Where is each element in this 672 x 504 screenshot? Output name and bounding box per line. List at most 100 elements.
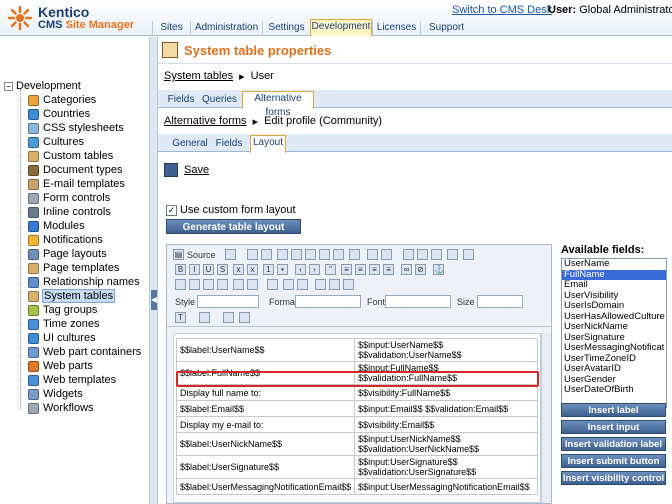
- field-option[interactable]: UserAvatarID: [562, 363, 666, 375]
- find-icon[interactable]: [381, 249, 392, 260]
- paste-text-icon[interactable]: [305, 249, 316, 260]
- field-option[interactable]: UserMessagingNotificat: [562, 342, 666, 354]
- select-all-icon[interactable]: [417, 249, 428, 260]
- tab-fields[interactable]: Fields: [166, 93, 196, 108]
- tree-item-page-layouts[interactable]: Page layouts: [28, 247, 108, 261]
- toolbar-dropdown[interactable]: [295, 295, 361, 308]
- cut-icon[interactable]: [261, 249, 272, 260]
- field-option[interactable]: UserDateOfBirth: [562, 384, 666, 396]
- save-icon[interactable]: [164, 163, 178, 177]
- tab-alternative-forms[interactable]: Alternative forms: [242, 91, 314, 118]
- tree-item-ui-cultures[interactable]: UI cultures: [28, 331, 97, 345]
- bold-icon[interactable]: B: [175, 264, 186, 275]
- collapse-icon[interactable]: −: [4, 81, 13, 91]
- link-doc-icon[interactable]: [247, 279, 258, 290]
- field-option[interactable]: UserIsDomain: [562, 300, 666, 312]
- tree-item-document-types[interactable]: Document types: [28, 163, 123, 177]
- link-icon[interactable]: ∞: [401, 264, 412, 275]
- top-tab-sites[interactable]: Sites: [152, 21, 190, 36]
- switch-to-desk-link[interactable]: Switch to CMS Desk: [452, 4, 552, 16]
- superscript-icon[interactable]: x: [247, 264, 258, 275]
- inline-widget-icon[interactable]: [343, 279, 354, 290]
- tree-item-tag-groups[interactable]: Tag groups: [28, 303, 98, 317]
- tab-layout[interactable]: Layout: [250, 135, 286, 153]
- top-tab-licenses[interactable]: Licenses: [372, 21, 420, 36]
- collapse-arrow-icon[interactable]: ◀: [151, 290, 157, 310]
- templates-icon[interactable]: [247, 249, 258, 260]
- tab-general[interactable]: General: [172, 137, 208, 152]
- insert-label-button[interactable]: Insert label: [561, 403, 666, 417]
- tree-item-web-parts[interactable]: Web parts: [28, 359, 94, 373]
- source-label[interactable]: Source: [187, 250, 216, 260]
- align-center-icon[interactable]: ≡: [355, 264, 366, 275]
- table-icon[interactable]: [431, 249, 442, 260]
- special-char-icon[interactable]: [233, 279, 244, 290]
- top-tab-settings[interactable]: Settings: [262, 21, 310, 36]
- rating-icon[interactable]: [329, 279, 340, 290]
- tree-item-web-part-containers[interactable]: Web part containers: [28, 345, 142, 359]
- image-icon[interactable]: [175, 279, 186, 290]
- insert-input-button[interactable]: Insert input: [561, 420, 666, 434]
- youtube-icon[interactable]: [267, 279, 278, 290]
- tree-item-time-zones[interactable]: Time zones: [28, 317, 100, 331]
- tree-item-form-controls[interactable]: Form controls: [28, 191, 111, 205]
- toolbar-dropdown[interactable]: [197, 295, 259, 308]
- top-tab-administration[interactable]: Administration: [190, 21, 262, 36]
- quick-image-icon[interactable]: [283, 279, 294, 290]
- insert-validation-label-button[interactable]: Insert validation label: [561, 437, 666, 451]
- tree-item-modules[interactable]: Modules: [28, 219, 86, 233]
- custom-layout-row[interactable]: ✓ Use custom form layout: [166, 204, 296, 216]
- undo-icon[interactable]: [349, 249, 360, 260]
- outdent-icon[interactable]: ‹: [295, 264, 306, 275]
- tree-item-e-mail-templates[interactable]: E-mail templates: [28, 177, 126, 191]
- splitter[interactable]: [150, 37, 158, 504]
- bizform-icon[interactable]: [297, 279, 308, 290]
- underline-icon[interactable]: U: [203, 264, 214, 275]
- save-link[interactable]: Save: [184, 164, 209, 176]
- source-icon[interactable]: ▤: [173, 249, 184, 260]
- toolbar-icon[interactable]: [463, 249, 474, 260]
- insert-submit-button-button[interactable]: Insert submit button: [561, 454, 666, 468]
- clear-icon[interactable]: [447, 249, 458, 260]
- strike-icon[interactable]: S: [217, 264, 228, 275]
- tree-item-workflows[interactable]: Workflows: [28, 401, 95, 415]
- tree-item-web-templates[interactable]: Web templates: [28, 373, 117, 387]
- available-fields-list[interactable]: UserName FullName Email UserVisibility UserI…: [561, 258, 667, 408]
- tab-queries[interactable]: Queries: [202, 93, 237, 108]
- tab-fields[interactable]: Fields: [214, 137, 244, 152]
- quote-icon[interactable]: ": [325, 264, 336, 275]
- smiley-icon[interactable]: [217, 279, 228, 290]
- paste-icon[interactable]: [291, 249, 302, 260]
- tree-item-cultures[interactable]: Cultures: [28, 135, 85, 149]
- tree-item-widgets[interactable]: Widgets: [28, 387, 84, 401]
- unlink-icon[interactable]: ⊘: [415, 264, 426, 275]
- custom-layout-checkbox[interactable]: ✓: [166, 204, 177, 216]
- editor-scrollbar[interactable]: [541, 333, 551, 503]
- tree-item-page-templates[interactable]: Page templates: [28, 261, 120, 275]
- align-right-icon[interactable]: ≡: [369, 264, 380, 275]
- insert-visibility-control-button[interactable]: Insert visibility control: [561, 471, 666, 485]
- italic-icon[interactable]: I: [189, 264, 200, 275]
- anchor-icon[interactable]: ⚓: [433, 264, 444, 275]
- tree-item-system-tables[interactable]: System tables: [28, 289, 116, 303]
- editor-canvas[interactable]: $$label:UserName$$ $$input:UserName$$ $$va…: [173, 333, 541, 503]
- align-left-icon[interactable]: ≡: [341, 264, 352, 275]
- toolbar-dropdown[interactable]: [385, 295, 451, 308]
- field-option[interactable]: UserNickName: [562, 321, 666, 333]
- tree-item-categories[interactable]: Categories: [28, 93, 97, 107]
- tree-root[interactable]: − Development: [4, 80, 81, 92]
- tree-item-relationship-names[interactable]: Relationship names: [28, 275, 141, 289]
- replace-icon[interactable]: [403, 249, 414, 260]
- tree-item-custom-tables[interactable]: Custom tables: [28, 149, 114, 163]
- show-blocks-icon[interactable]: [239, 312, 250, 323]
- subscript-icon[interactable]: x: [233, 264, 244, 275]
- copy-icon[interactable]: [277, 249, 288, 260]
- top-tab-support[interactable]: Support: [420, 21, 472, 36]
- justify-icon[interactable]: ≡: [383, 264, 394, 275]
- bg-color-icon[interactable]: [199, 312, 210, 323]
- tree-item-css-stylesheets[interactable]: CSS stylesheets: [28, 121, 125, 135]
- toolbar-dropdown[interactable]: [477, 295, 523, 308]
- top-tab-development[interactable]: Development: [310, 19, 372, 36]
- ordered-list-icon[interactable]: 1: [263, 264, 274, 275]
- redo-icon[interactable]: [367, 249, 378, 260]
